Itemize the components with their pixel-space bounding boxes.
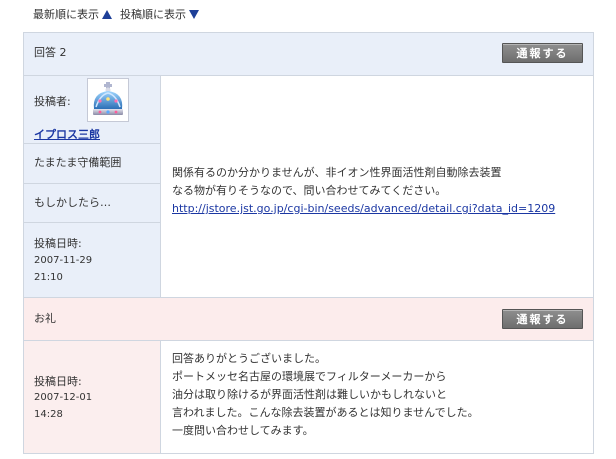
avatar[interactable] xyxy=(87,78,129,122)
sort-posted-label: 投稿順に表示 xyxy=(120,8,186,21)
answer-date-label: 投稿日時: xyxy=(34,237,82,250)
answer-title: 回答 2 xyxy=(34,46,67,59)
confidence-text: もしかしたら… xyxy=(34,196,111,209)
answer-body-line: 関係有るのか分かりませんが、非イオン性界面活性剤自動除去装置 xyxy=(172,166,502,179)
answer-date: 2007-11-29 xyxy=(34,255,93,266)
reference-link[interactable]: http://jstore.jst.go.jp/cgi-bin/seeds/ad… xyxy=(172,200,582,218)
thanks-header: お礼 通報する xyxy=(24,298,593,340)
thanks-time: 14:28 xyxy=(34,409,63,420)
sort-posted-link[interactable]: 投稿順に表示 xyxy=(120,6,199,22)
thanks-body-line: 言われました。こんな除去装置があるとは知りませんでした。 xyxy=(172,406,479,419)
thanks-body-line: ポートメッセ名古屋の環境展でフィルターメーカーから xyxy=(172,370,447,383)
qa-thread: 回答 2 通報する 投稿者: イプロス三郎 たまたま守備範囲 もしかしたら… 投… xyxy=(23,32,594,454)
thanks-body-line: 回答ありがとうございました。 xyxy=(172,352,326,365)
report-button[interactable]: 通報する xyxy=(502,309,583,329)
answer-time: 21:10 xyxy=(34,272,63,283)
affiliation-text: たまたま守備範囲 xyxy=(34,156,122,169)
sort-bar: 最新順に表示 投稿順に表示 xyxy=(33,6,199,22)
arrow-up-icon xyxy=(102,9,112,19)
arrow-down-icon xyxy=(189,9,199,19)
sort-newest-label: 最新順に表示 xyxy=(33,8,99,21)
thanks-title: お礼 xyxy=(34,312,56,325)
poster-label: 投稿者: xyxy=(34,95,71,108)
thanks-date: 2007-12-01 xyxy=(34,392,93,403)
report-button[interactable]: 通報する xyxy=(502,43,583,63)
answer-body: 関係有るのか分かりませんが、非イオン性界面活性剤自動除去装置 なる物が有りそうな… xyxy=(172,164,582,218)
poster-name-link[interactable]: イプロス三郎 xyxy=(34,126,100,142)
crown-icon xyxy=(93,82,123,115)
answer-body-line: なる物が有りそうなので、問い合わせてみてください。 xyxy=(172,184,447,197)
sort-newest-link[interactable]: 最新順に表示 xyxy=(33,6,112,22)
thanks-body-line: 油分は取り除けるが界面活性剤は難しいかもしれないと xyxy=(172,388,447,401)
thanks-body: 回答ありがとうございました。 ポートメッセ名古屋の環境展でフィルターメーカーから… xyxy=(172,350,582,440)
thanks-date-label: 投稿日時: xyxy=(34,375,82,388)
thanks-body-line: 一度問い合わせしてみます。 xyxy=(172,424,314,437)
answer-header: 回答 2 通報する xyxy=(24,33,593,75)
